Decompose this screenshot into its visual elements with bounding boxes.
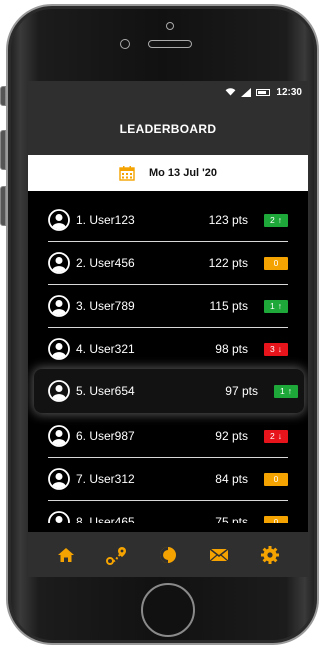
app-screen: 12:30 LEADERBOARD Mo 13 Jul '20 1. User1… [28,81,308,577]
rank-change-value: 0 [273,517,279,523]
tab-stats[interactable] [157,544,179,566]
route-icon [105,546,126,565]
tab-route[interactable] [105,544,128,566]
rank-change-badge: 1 ↑ [274,384,298,398]
mute-switch [0,86,6,106]
rank-change-value: 3 [270,344,275,354]
arrow-down-icon: ↓ [277,344,282,354]
rank-change-badge: 2 ↑ [264,213,288,227]
front-camera [120,39,130,49]
avatar-icon [48,380,70,402]
leaderboard-row[interactable]: 1. User123 123 pts 2 ↑ [48,199,288,242]
avatar-icon [48,425,70,447]
rank-change-badge: 3 ↓ [264,342,288,356]
leaderboard-row[interactable]: 6. User987 92 pts 2 ↓ [48,415,288,458]
rank-change-badge: 1 ↑ [264,299,288,313]
battery-icon [256,88,271,96]
user-points: 123 pts [208,213,248,227]
arrow-down-icon: ↓ [277,431,282,441]
leaderboard-row[interactable]: 3. User789 115 pts 1 ↑ [48,285,288,328]
user-name: 4. User321 [76,342,135,356]
calendar-icon [119,165,135,181]
avatar-icon [48,295,70,317]
tab-mail[interactable] [208,544,230,566]
user-name: 1. User123 [76,213,135,227]
mail-icon [209,547,229,561]
signal-icon [241,87,252,97]
rank-change-badge: 2 ↓ [264,429,288,443]
user-points: 84 pts [215,472,248,486]
status-time: 12:30 [276,86,302,98]
volume-up-button [0,130,6,170]
avatar-icon [48,468,70,490]
leaderboard-row[interactable]: 2. User456 122 pts 0 [48,242,288,285]
leaderboard-row[interactable]: 4. User321 98 pts 3 ↓ [48,328,288,371]
leaderboard-row[interactable]: 7. User312 84 pts 0 [48,458,288,501]
home-button[interactable] [141,583,195,637]
user-name: 6. User987 [76,429,135,443]
user-points: 98 pts [215,342,248,356]
leaderboard-list[interactable]: 1. User123 123 pts 2 ↑ 2. User456 122 pts 0 3. … [28,199,308,523]
wifi-icon [226,88,236,96]
page-title: LEADERBOARD [28,103,308,155]
rank-change-badge: 0 [264,515,288,523]
user-points: 122 pts [208,256,248,270]
user-points: 92 pts [215,429,248,443]
avatar-icon [48,252,70,274]
rank-change-value: 2 [270,215,275,225]
user-name: 3. User789 [76,299,135,313]
user-name: 5. User654 [76,384,135,398]
tab-bar [28,532,308,577]
rank-change-value: 1 [280,386,285,396]
stats-icon [159,546,176,563]
tab-settings[interactable] [259,544,281,566]
leaderboard-row-current-user[interactable]: 5. User654 97 pts 1 ↑ [34,369,304,413]
home-icon [57,547,74,562]
user-name: 7. User312 [76,472,135,486]
avatar-icon [48,338,70,360]
sensor [166,22,174,30]
user-name: 2. User456 [76,256,135,270]
user-points: 75 pts [215,515,248,523]
rank-change-value: 1 [270,301,275,311]
arrow-up-icon: ↑ [277,215,282,225]
rank-change-value: 0 [273,474,279,484]
date-label: Mo 13 Jul '20 [148,167,218,179]
arrow-up-icon: ↑ [277,301,282,311]
status-bar: 12:30 [28,81,308,103]
arrow-up-icon: ↑ [287,386,292,396]
rank-change-value: 0 [273,258,279,268]
avatar-icon [48,209,70,231]
user-points: 97 pts [225,384,258,398]
gear-icon [261,545,280,564]
rank-change-badge: 0 [264,472,288,486]
rank-change-value: 2 [270,431,275,441]
avatar-icon [48,511,70,523]
rank-change-badge: 0 [264,256,288,270]
leaderboard-row[interactable]: 8. User465 75 pts 0 [48,501,288,523]
date-selector[interactable]: Mo 13 Jul '20 [28,155,308,191]
earpiece-speaker [148,40,192,48]
tab-home[interactable] [55,544,77,566]
volume-down-button [0,186,6,226]
user-name: 8. User465 [76,515,135,523]
user-points: 115 pts [209,299,248,313]
